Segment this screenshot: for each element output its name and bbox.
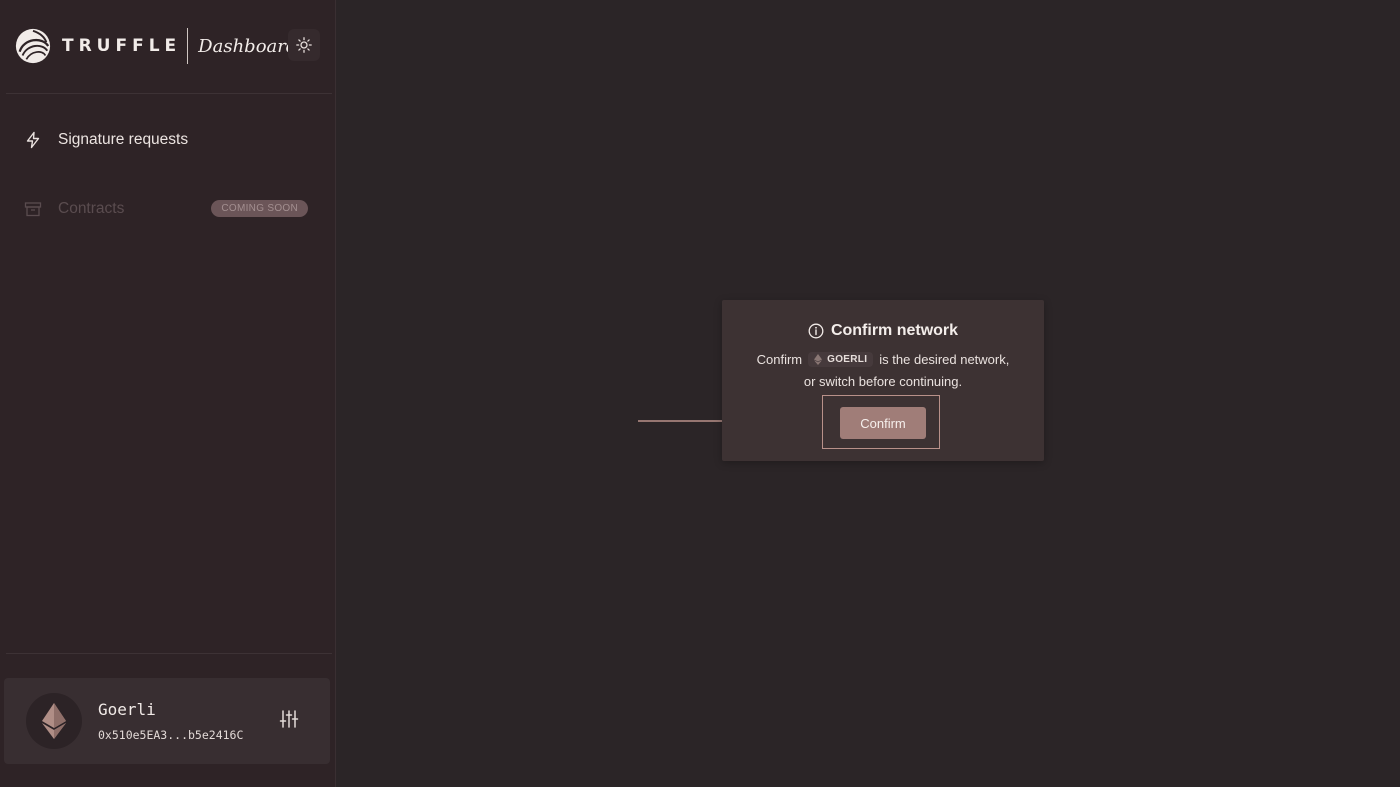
sliders-icon: [279, 710, 299, 728]
sun-icon: [296, 37, 312, 53]
network-badge-label: GOERLI: [827, 354, 868, 365]
info-icon: [808, 323, 824, 339]
sidebar-item-label: Signature requests: [58, 131, 189, 148]
confirm-network-dialog: Confirm network Confirm GOERLI is the de…: [722, 300, 1044, 461]
brand-product-name: Dashboard: [198, 35, 298, 57]
account-card: Goerli 0x510e5EA3...b5e2416C: [4, 678, 330, 764]
sidebar-item-contracts: Contracts COMING SOON: [22, 192, 312, 226]
message-prefix: Confirm: [756, 352, 803, 367]
brand[interactable]: TRUFFLE Dashboard: [14, 26, 297, 66]
dialog-message-line-2: or switch before continuing.: [803, 374, 963, 389]
ethereum-icon: [42, 703, 66, 739]
brand-divider: [187, 28, 189, 64]
dialog-title-text: Confirm network: [830, 322, 959, 339]
network-name: Goerli: [98, 700, 156, 719]
truffle-logo-icon: [15, 28, 51, 64]
sidebar-item-label: Contracts: [58, 200, 125, 217]
avatar: [26, 693, 82, 749]
sidebar-divider-bottom: [6, 653, 332, 654]
coming-soon-badge: COMING SOON: [211, 200, 308, 217]
archive-box-icon: [22, 198, 44, 220]
lightning-icon: [22, 129, 44, 151]
dialog-title: Confirm network: [722, 322, 1044, 340]
brand-wordmark: TRUFFLE: [62, 36, 182, 56]
account-address[interactable]: 0x510e5EA3...b5e2416C: [98, 728, 243, 742]
dialog-message-line-1: Confirm GOERLI is the desired network,: [722, 352, 1044, 367]
confirm-button[interactable]: Confirm: [840, 407, 926, 439]
network-settings-button[interactable]: [278, 708, 300, 730]
sidebar-item-signature-requests[interactable]: Signature requests: [22, 123, 312, 157]
theme-toggle-button[interactable]: [288, 29, 320, 61]
message-suffix: is the desired network,: [879, 352, 1010, 367]
ethereum-icon: [814, 354, 823, 365]
sidebar-divider-top: [6, 93, 332, 94]
sidebar: TRUFFLE Dashboard Signature requests Con…: [0, 0, 336, 787]
network-badge: GOERLI: [808, 352, 874, 367]
